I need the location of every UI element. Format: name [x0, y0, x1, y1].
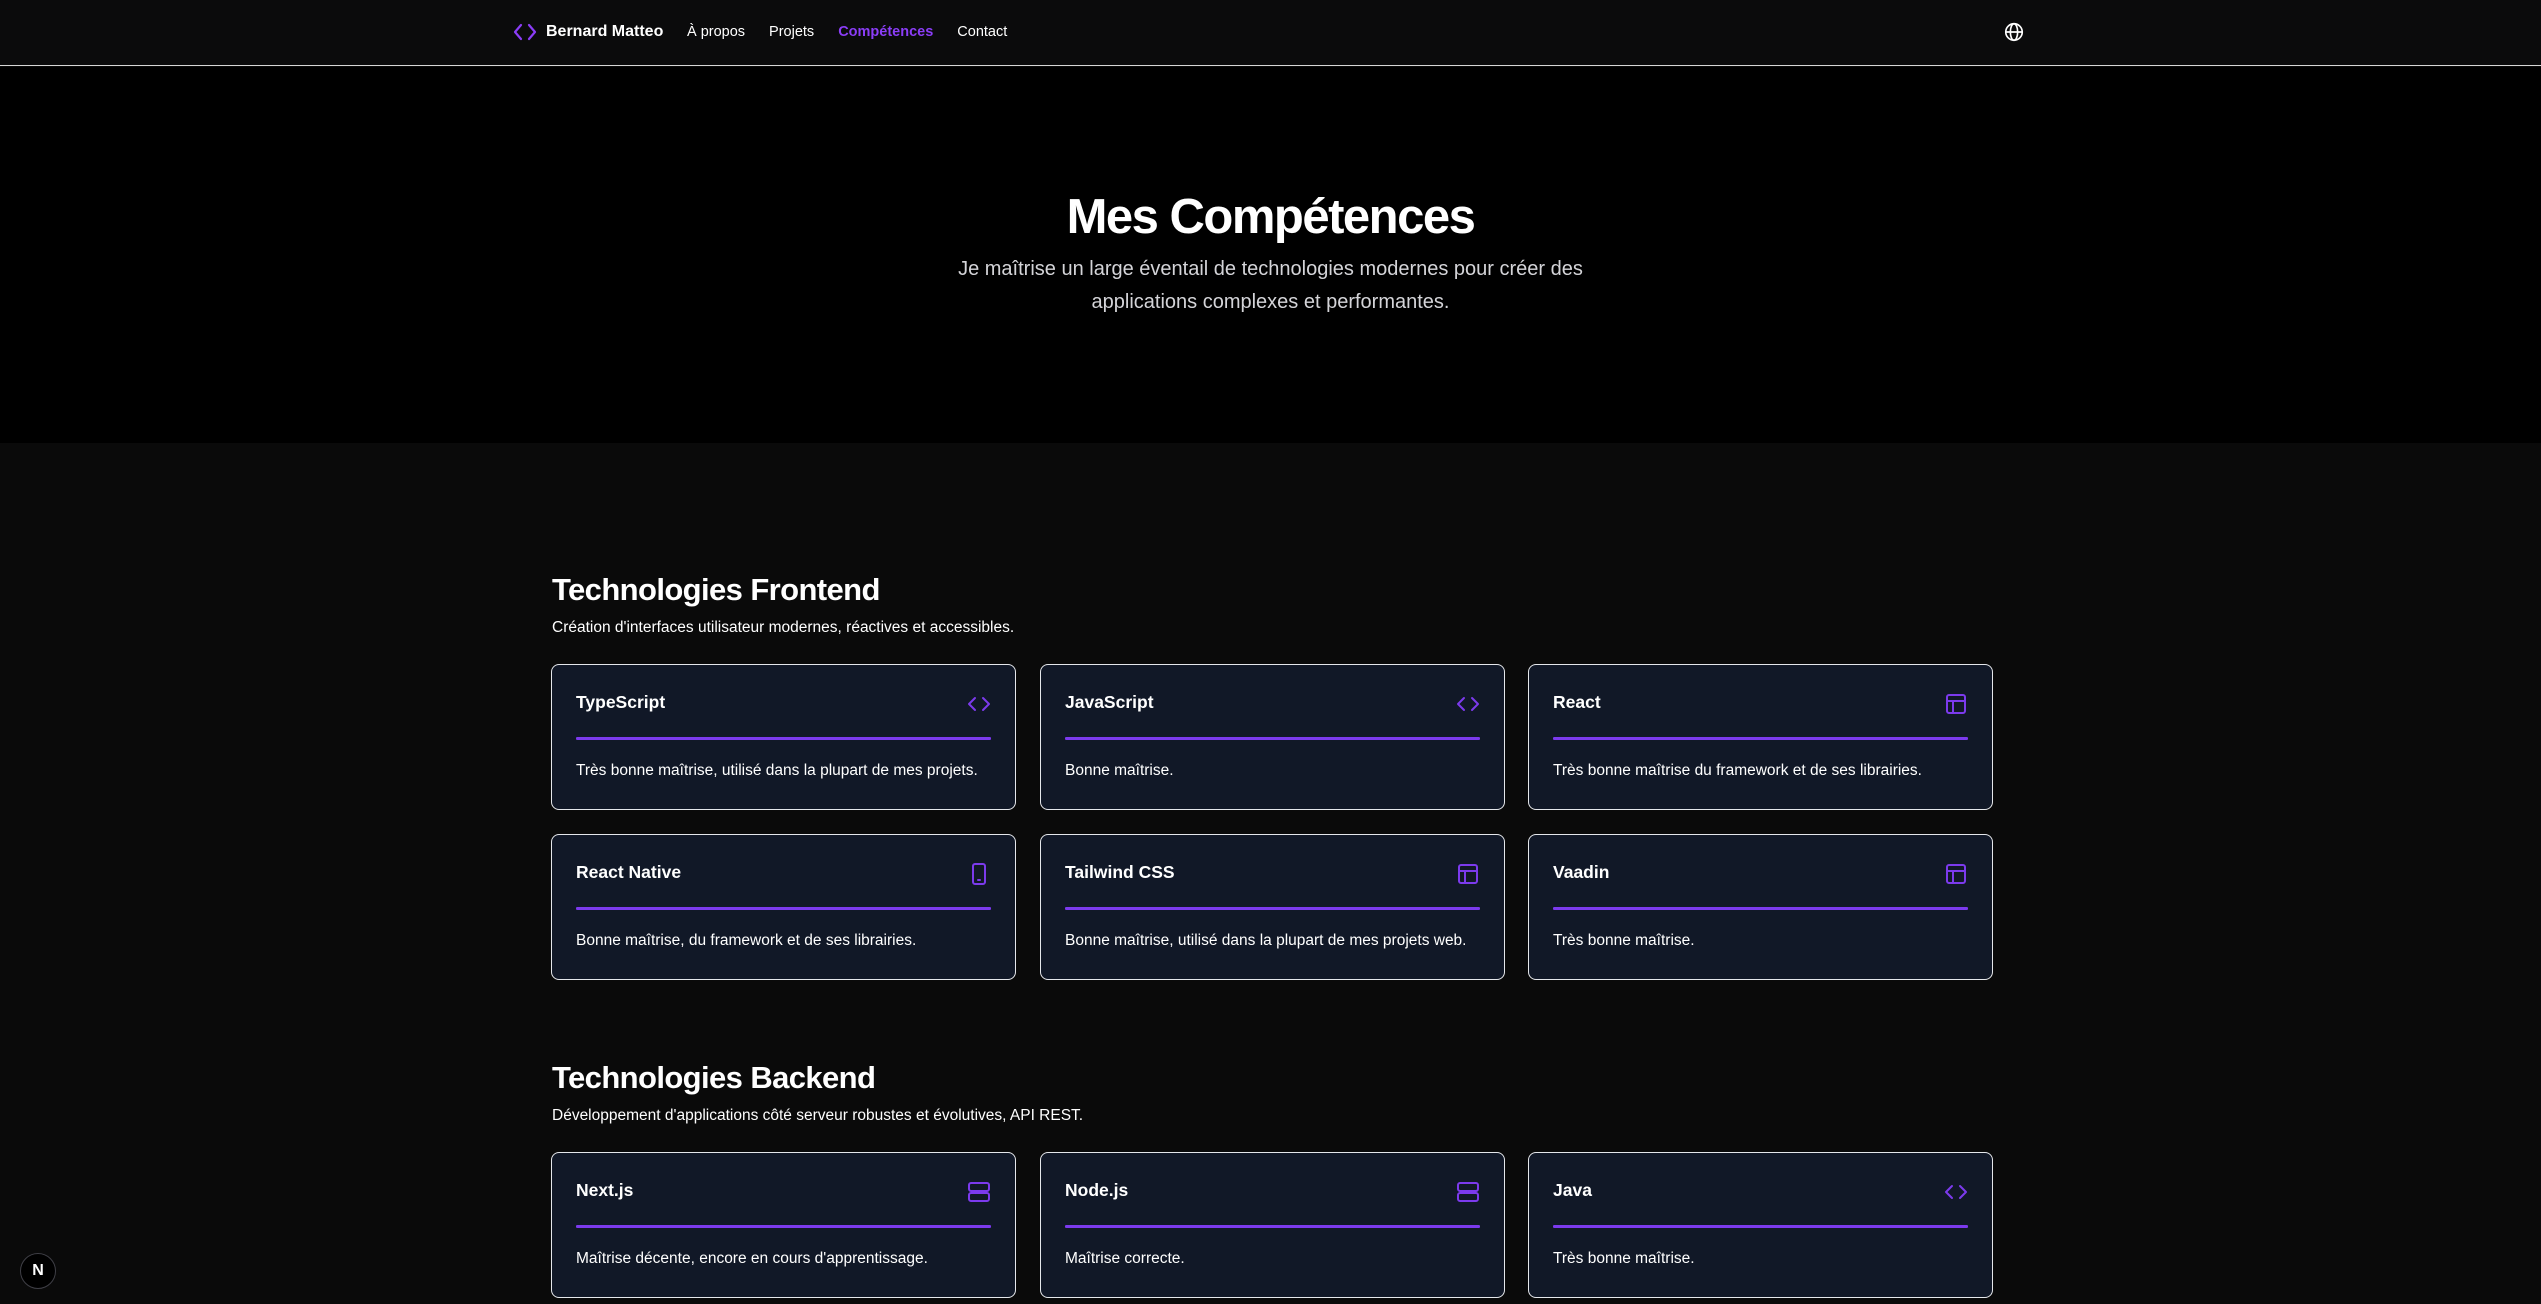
section-title-frontend: Technologies Frontend — [552, 572, 880, 607]
navbar: Bernard Matteo À propos Projets Compéten… — [0, 0, 2541, 66]
skill-name: Tailwind CSS — [1065, 862, 1175, 882]
skill-level-bar — [1553, 737, 1968, 740]
skill-description: Très bonne maîtrise. — [1553, 1250, 1695, 1267]
skill-level-bar — [1553, 1225, 1968, 1228]
section-title-backend: Technologies Backend — [552, 1060, 876, 1095]
skill-card-nodejs: Node.js Maîtrise correcte. — [1040, 1152, 1505, 1298]
code-icon — [1945, 1185, 1967, 1199]
skill-card-nextjs: Next.js Maîtrise décente, encore en cour… — [551, 1152, 1016, 1298]
nav-link-projects[interactable]: Projets — [769, 24, 814, 40]
skill-level-bar — [1065, 737, 1480, 740]
page-subtitle: Je maîtrise un large éventail de technol… — [958, 258, 1583, 313]
skill-description: Bonne maîtrise, du framework et de ses l… — [576, 932, 917, 949]
layout-icon — [1946, 864, 1966, 884]
code-icon — [968, 697, 990, 711]
skill-name: Node.js — [1065, 1180, 1129, 1200]
skill-card-java: Java Très bonne maîtrise. — [1528, 1152, 1993, 1298]
skill-card-vaadin: Vaadin Très bonne maîtrise. — [1528, 834, 1993, 980]
skill-card-javascript: JavaScript Bonne maîtrise. — [1040, 664, 1505, 810]
code-brackets-icon — [513, 23, 537, 41]
server-icon — [968, 1182, 990, 1202]
skill-level-bar — [1065, 1225, 1480, 1228]
nextjs-dev-badge[interactable]: N — [20, 1253, 56, 1289]
skill-description: Bonne maîtrise, utilisé dans la plupart … — [1065, 932, 1467, 949]
skill-level-bar — [1553, 907, 1968, 910]
section-desc-backend: Développement d'applications côté serveu… — [552, 1107, 1084, 1124]
skill-name: TypeScript — [576, 692, 666, 712]
nav-link-contact[interactable]: Contact — [957, 24, 1007, 40]
skill-name: React — [1553, 692, 1601, 712]
page-title: Mes Compétences — [1066, 190, 1476, 244]
skill-level-bar — [576, 737, 991, 740]
skill-level-bar — [1065, 907, 1480, 910]
skill-description: Maîtrise correcte. — [1065, 1250, 1185, 1267]
section-desc-frontend: Création d'interfaces utilisateur modern… — [552, 619, 1015, 636]
skill-name: Next.js — [576, 1180, 634, 1200]
skill-name: JavaScript — [1065, 692, 1154, 712]
globe-icon[interactable] — [2003, 21, 2025, 43]
code-icon — [1457, 697, 1479, 711]
skill-level-bar — [576, 907, 991, 910]
skill-description: Très bonne maîtrise. — [1553, 932, 1695, 949]
layout-icon — [1458, 864, 1478, 884]
skill-description: Maîtrise décente, encore en cours d'appr… — [576, 1250, 928, 1267]
skill-card-react: React Très bonne maîtrise du framework e… — [1528, 664, 1993, 810]
skill-name: React Native — [576, 862, 682, 882]
nav-link-skills[interactable]: Compétences — [838, 24, 933, 40]
skill-level-bar — [576, 1225, 991, 1228]
brand-name: Bernard Matteo — [546, 23, 664, 40]
nav-link-about[interactable]: À propos — [687, 24, 745, 40]
nav-links: À propos Projets Compétences Contact — [687, 20, 1007, 44]
skill-name: Java — [1553, 1180, 1592, 1200]
skill-card-tailwind: Tailwind CSS Bonne maîtrise, utilisé dan… — [1040, 834, 1505, 980]
hero-section: Mes Compétences Je maîtrise un large éve… — [0, 67, 2541, 443]
smartphone-icon — [972, 863, 986, 885]
brand-link[interactable]: Bernard Matteo — [513, 20, 663, 44]
skill-description: Très bonne maîtrise du framework et de s… — [1553, 762, 1922, 779]
skill-name: Vaadin — [1553, 862, 1610, 882]
skill-card-typescript: TypeScript Très bonne maîtrise, utilisé … — [551, 664, 1016, 810]
page: Bernard Matteo À propos Projets Compéten… — [0, 0, 2541, 1304]
layout-icon — [1946, 694, 1966, 714]
skill-card-react-native: React Native Bonne maîtrise, du framewor… — [551, 834, 1016, 980]
skill-description: Bonne maîtrise. — [1065, 762, 1174, 779]
server-icon — [1457, 1182, 1479, 1202]
skill-description: Très bonne maîtrise, utilisé dans la plu… — [576, 762, 978, 779]
